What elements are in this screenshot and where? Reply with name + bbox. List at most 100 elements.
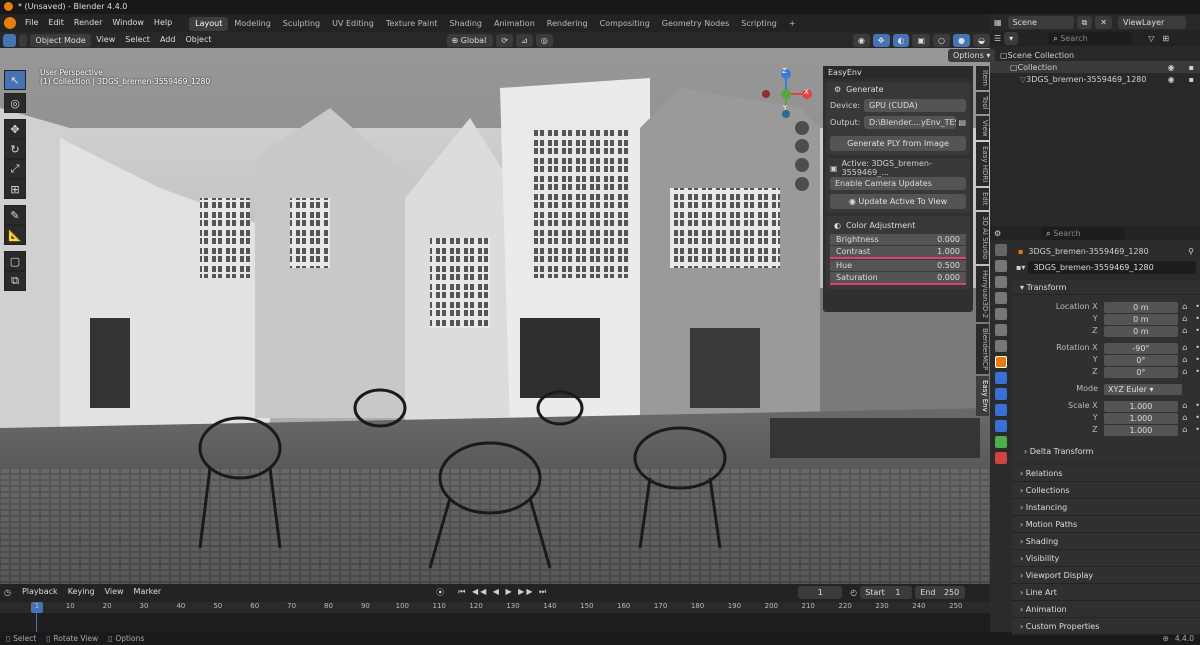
location-y-field[interactable]: 0 m [1103, 313, 1179, 325]
filter-icon[interactable]: ▽ [1148, 34, 1154, 43]
lock-icon[interactable]: ⌂ [1182, 325, 1187, 337]
viewport-menu-object[interactable]: Object [180, 32, 216, 48]
delete-scene-icon[interactable]: ✕ [1095, 15, 1112, 29]
timeline-menu-view[interactable]: View [100, 584, 129, 600]
scene-icon[interactable]: ▦ [994, 18, 1002, 27]
tab-rendering[interactable]: Rendering [541, 17, 594, 31]
slider-saturation[interactable]: Saturation 0.000 [830, 272, 966, 283]
camera-icon[interactable]: ▪ [1189, 75, 1194, 84]
display-mode-icon[interactable]: ▾ [1004, 31, 1019, 45]
tab-texture-paint[interactable]: Texture Paint [380, 17, 444, 31]
sidebar-tab-tool[interactable]: Tool [976, 91, 989, 114]
orientation-dropdown[interactable]: ⊕ Global ▾ [446, 33, 494, 58]
tab-geometry-nodes[interactable]: Geometry Nodes [656, 17, 735, 31]
material-tab-icon[interactable] [995, 452, 1007, 464]
viewport-menu-add[interactable]: Add [155, 32, 181, 48]
blender-menu-icon[interactable] [4, 17, 16, 29]
camera-updates-dropdown[interactable]: Enable Camera Updates [830, 177, 966, 190]
gizmo-icon[interactable]: ✥ [872, 33, 890, 47]
delta-transform-header[interactable]: › Delta Transform [1012, 444, 1200, 459]
clock-icon[interactable]: ◷ [4, 588, 11, 597]
add-object-tool-icon[interactable]: ⧉ [4, 271, 26, 291]
outliner-item-1[interactable]: ▢ Collection ◉ ▪ [990, 61, 1200, 73]
editor-type-icon[interactable] [3, 33, 16, 47]
panel-relations[interactable]: › Relations [1012, 465, 1200, 482]
keyframe-dot-icon[interactable]: • [1195, 301, 1200, 313]
shading-material-icon[interactable]: ◒ [973, 33, 990, 47]
select-box-tool-icon[interactable]: ↖ [4, 70, 26, 90]
generate-ply-button[interactable]: Generate PLY from Image [830, 136, 966, 151]
panel-line-art[interactable]: › Line Art [1012, 584, 1200, 601]
outliner-search-input[interactable]: ⌕ Search [1048, 31, 1133, 45]
tab-layout[interactable]: Layout [189, 17, 229, 31]
render-tab-icon[interactable] [995, 260, 1007, 272]
keyframe-dot-icon[interactable]: • [1195, 366, 1200, 378]
rotate-tool-icon[interactable]: ↻ [4, 139, 26, 159]
object-name-field[interactable]: 3DGS_bremen-3559469_1280 [1028, 260, 1196, 274]
sidebar-tab-3d-ai-studio[interactable]: 3D AI Studio [976, 212, 989, 264]
lock-icon[interactable]: ⌂ [1182, 400, 1187, 412]
modifier-tab-icon[interactable] [995, 372, 1007, 384]
location-x-field[interactable]: 0 m [1103, 301, 1179, 313]
object-mode-dropdown[interactable]: Object Mode ▾ [30, 33, 92, 58]
tab-compositing[interactable]: Compositing [594, 17, 656, 31]
end-frame-field[interactable]: End 250 [915, 585, 966, 599]
scene-selector[interactable]: Scene [1007, 15, 1074, 29]
move-tool-icon[interactable]: ✥ [4, 119, 26, 139]
tab-shading[interactable]: Shading [443, 17, 488, 31]
lock-icon[interactable]: ⌂ [1182, 366, 1187, 378]
sidebar-tab-hunyuan3d-2[interactable]: Hunyuan3D-2 [976, 265, 989, 322]
sidebar-tab-easy-hdri[interactable]: Easy HDRI [976, 142, 989, 187]
panel-viewport-display[interactable]: › Viewport Display [1012, 567, 1200, 584]
menu-file[interactable]: File [20, 14, 43, 32]
cursor-tool-icon[interactable]: ◎ [4, 93, 26, 113]
timeline-menu-keying[interactable]: Keying [63, 584, 100, 600]
constraints-tab-icon[interactable] [995, 420, 1007, 432]
transform-panel-header[interactable]: ▾ Transform [1012, 280, 1200, 295]
output-tab-icon[interactable] [995, 276, 1007, 288]
lock-icon[interactable]: ⌂ [1182, 301, 1187, 313]
slider-brightness[interactable]: Brightness 0.000 [830, 234, 966, 245]
menu-window[interactable]: Window [107, 14, 149, 32]
record-icon[interactable]: ⦿ [436, 587, 444, 598]
current-frame-field[interactable]: 1 [798, 585, 843, 599]
keyframe-dot-icon[interactable]: • [1195, 354, 1200, 366]
outliner-item-2[interactable]: ▽ 3DGS_bremen-3559469_1280 ◉ ▪ [990, 73, 1200, 85]
scale-z-field[interactable]: 1.000 [1103, 424, 1179, 436]
keyframe-dot-icon[interactable]: • [1195, 325, 1200, 337]
viewport-menu-view[interactable]: View [91, 32, 120, 48]
sidebar-tab-view[interactable]: View [976, 115, 989, 141]
eye-icon[interactable]: ◉ [1168, 63, 1175, 72]
tab-modeling[interactable]: Modeling [228, 17, 276, 31]
sidebar-tab-item[interactable]: Item [976, 66, 989, 90]
properties-search-input[interactable]: ⌕ Search [1041, 226, 1126, 240]
tab-animation[interactable]: Animation [488, 17, 541, 31]
camera-icon[interactable]: ▪ [1189, 63, 1194, 72]
eye-icon[interactable]: ◉ [1168, 75, 1175, 84]
tab-scripting[interactable]: Scripting [735, 17, 783, 31]
rotation-z-field[interactable]: 0° [1103, 366, 1179, 378]
color-adjustment-header[interactable]: ◐ Color Adjustment [830, 218, 966, 233]
scale-tool-icon[interactable]: ⤢ [4, 159, 26, 179]
keyframe-dot-icon[interactable]: • [1195, 412, 1200, 424]
sidebar-tab-blendermcp[interactable]: BlenderMCP [976, 323, 989, 375]
slider-hue[interactable]: Hue 0.500 [830, 260, 966, 271]
playback-controls[interactable]: ⏮ ◀◀ ◀ ▶ ▶▶ ⏭ [458, 587, 548, 597]
select-mode-icon[interactable] [18, 33, 28, 47]
timeline-track[interactable]: 1 10 20 30 40 50 60 70 80 90 100 110 120 130 140 150 160… [0, 602, 990, 632]
start-frame-field[interactable]: Start 1 [860, 585, 913, 599]
keyframe-dot-icon[interactable]: • [1195, 400, 1200, 412]
rotation-y-field[interactable]: 0° [1103, 354, 1179, 366]
keyframe-dot-icon[interactable]: • [1195, 342, 1200, 354]
panel-instancing[interactable]: › Instancing [1012, 499, 1200, 516]
device-dropdown[interactable]: GPU (CUDA) [864, 99, 966, 112]
collection-tab-icon[interactable] [995, 340, 1007, 352]
menu-render[interactable]: Render [69, 14, 107, 32]
sidebar-tab-edit[interactable]: Edit [976, 188, 989, 211]
rotation-mode-dropdown[interactable]: XYZ Euler ▾ [1104, 383, 1182, 395]
menu-edit[interactable]: Edit [43, 14, 69, 32]
measure-tool-icon[interactable]: 📐 [4, 225, 26, 245]
panel-animation[interactable]: › Animation [1012, 601, 1200, 618]
outliner-item-0[interactable]: ▢ Scene Collection [990, 49, 1200, 61]
output-path-field[interactable]: D:\Blender....yEnv_TEST\ [864, 116, 957, 129]
